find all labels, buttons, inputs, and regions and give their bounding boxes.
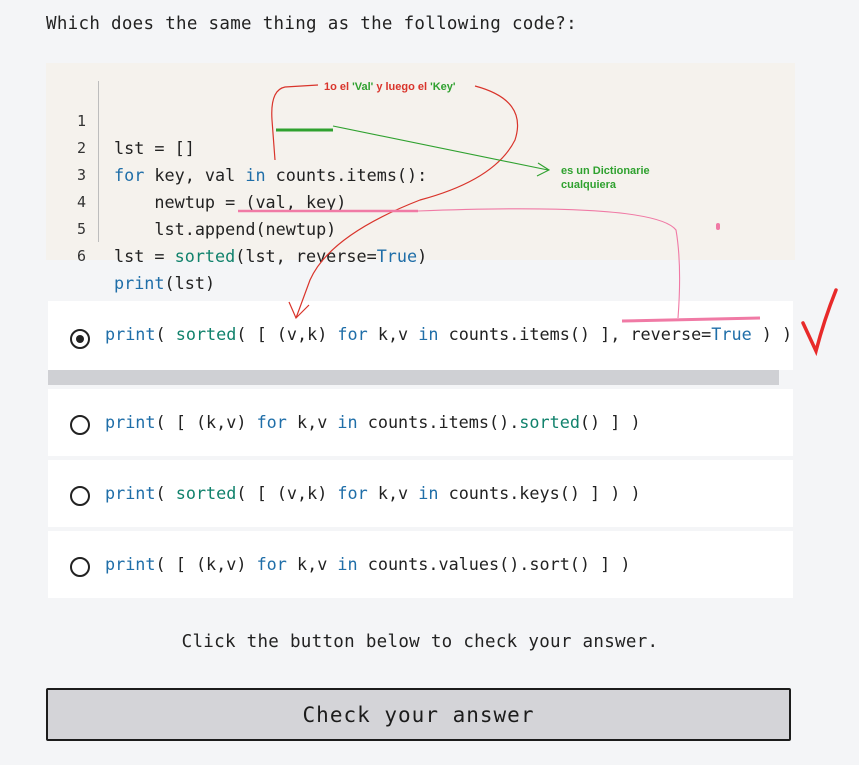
code-token: ( [155, 483, 176, 503]
code-token: in [337, 412, 358, 432]
check-hint-text: Click the button below to check your ans… [181, 632, 659, 652]
line-number: 6 [76, 247, 86, 265]
code-token: (lst) [164, 273, 216, 293]
code-token: k,v [367, 324, 419, 344]
code-token: k,v [367, 483, 419, 503]
code-token: lst = [114, 246, 175, 266]
code-token: in [418, 483, 439, 503]
code-token: for [256, 554, 287, 574]
horizontal-scrollbar[interactable] [48, 370, 779, 385]
option-code: print( [ (k,v) for k,v in counts.values(… [105, 554, 630, 574]
question-text: Which does the same thing as the followi… [46, 14, 577, 34]
code-token: for [337, 324, 368, 344]
annotation-dictionary-note: es un Dictionarie cualquiera [561, 165, 650, 191]
code-token: ) ) [751, 324, 793, 344]
code-token: print [105, 554, 156, 574]
code-token: ( [155, 324, 176, 344]
code-line-text: lst = sorted(lst, reverse=True) [114, 243, 427, 270]
answer-option-1[interactable]: print( sorted( [ (v,k) for k,v in counts… [48, 301, 793, 370]
code-token: counts.values().sort() ] ) [357, 554, 631, 574]
code-token: ) [417, 246, 428, 266]
red-checkmark [801, 288, 838, 357]
code-token: True [711, 324, 752, 344]
code-line: 2 for key, val in counts.items(): [46, 108, 795, 185]
code-token: for [256, 412, 287, 432]
code-token: ( [ (v,k) [236, 483, 338, 503]
code-token: k,v [286, 554, 338, 574]
code-token: sorted [519, 412, 580, 432]
code-token: in [337, 554, 358, 574]
option-code: print( sorted( [ (v,k) for k,v in counts… [105, 483, 641, 503]
code-token: () ] ) [579, 412, 641, 432]
code-token: k,v [286, 412, 338, 432]
code-token: in [418, 324, 439, 344]
code-token: ( [ (v,k) [236, 324, 338, 344]
radio-button[interactable] [70, 486, 90, 506]
option-code: print( [ (k,v) for k,v in counts.items()… [105, 412, 641, 432]
code-token: ( [ (k,v) [155, 554, 257, 574]
code-line: 5 lst = sorted(lst, reverse=True) [46, 189, 795, 266]
code-token: sorted [175, 483, 237, 503]
code-token: for [337, 483, 368, 503]
code-line: 3 newtup = (val, key) [46, 135, 795, 212]
annotation-order-note: 1o el 'Val' y luego el 'Key' [324, 81, 456, 93]
code-token: print [105, 324, 156, 344]
answer-option-2[interactable]: print( [ (k,v) for k,v in counts.items()… [48, 389, 793, 456]
code-token: counts.items(). [357, 412, 520, 432]
code-token: print [105, 483, 156, 503]
code-token: True [376, 246, 418, 266]
code-token: counts.items() ], reverse= [438, 324, 712, 344]
answer-option-4[interactable]: print( [ (k,v) for k,v in counts.values(… [48, 531, 793, 598]
code-token: print [105, 412, 156, 432]
answer-option-3[interactable]: print( sorted( [ (v,k) for k,v in counts… [48, 460, 793, 527]
radio-button[interactable] [70, 557, 90, 577]
radio-button-selected[interactable] [70, 329, 90, 349]
code-token: print [114, 273, 165, 293]
code-line: 6 print(lst) [46, 216, 795, 293]
check-answer-button[interactable]: Check your answer [46, 688, 791, 741]
option-code: print( sorted( [ (v,k) for k,v in counts… [105, 324, 792, 344]
code-line-text: print(lst) [114, 270, 215, 297]
code-token: sorted [174, 246, 236, 266]
code-token: ( [ (k,v) [155, 412, 257, 432]
code-token: (lst, reverse= [235, 246, 377, 266]
radio-button[interactable] [70, 415, 90, 435]
code-token: sorted [175, 324, 237, 344]
code-line: 4 lst.append(newtup) [46, 162, 795, 239]
code-token: counts.keys() ] ) ) [438, 483, 641, 503]
